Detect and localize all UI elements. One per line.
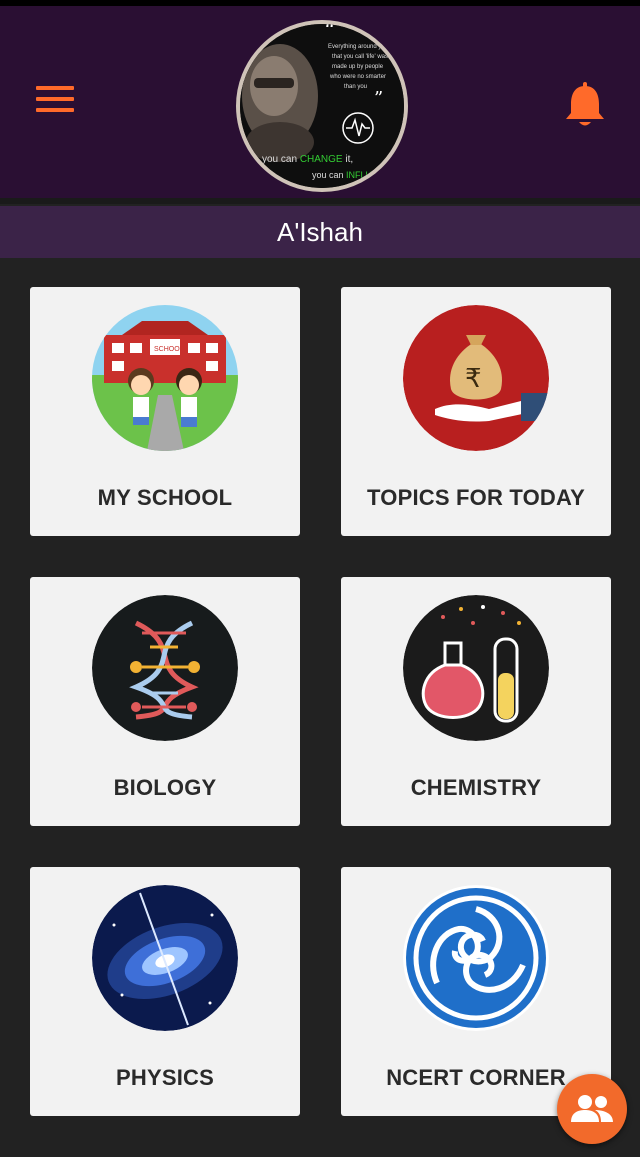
svg-text:made up by people: made up by people [332,64,384,70]
flask-icon [403,595,549,741]
svg-text:Everything around you: Everything around you [328,44,388,50]
profile-avatar[interactable]: “ Everything around you that you call 'l… [236,20,408,192]
card-label: MY SCHOOL [97,485,233,510]
ncert-logo-icon [403,885,549,1031]
svg-text:₹: ₹ [465,364,482,394]
avatar-image: “ Everything around you that you call 'l… [240,24,404,188]
card-label: PHYSICS [116,1065,214,1090]
svg-text:that you call 'life' was: that you call 'life' was [332,54,388,60]
user-name: A'Ishah [277,217,363,247]
header-divider [0,198,640,204]
card-my-school[interactable]: SCHOOL MY SCHOOL [30,287,300,536]
card-physics[interactable]: PHYSICS [30,867,300,1116]
school-icon: SCHOOL [92,305,238,451]
notifications-button[interactable] [562,82,608,130]
card-topics-for-today[interactable]: ₹ TOPICS FOR TODAY [341,287,611,536]
user-name-bar: A'Ishah [0,206,640,258]
svg-text:than you: than you [344,84,367,90]
card-label: TOPICS FOR TODAY [367,485,585,510]
svg-text:“: “ [324,24,335,44]
menu-button[interactable] [36,84,78,116]
galaxy-icon [92,885,238,1031]
card-chemistry[interactable]: CHEMISTRY [341,577,611,826]
group-icon [571,1095,613,1122]
card-biology[interactable]: BIOLOGY [30,577,300,826]
app-header: “ Everything around you that you call 'l… [0,6,640,198]
svg-text:you can INFLUENCE: you can INFLUENCE [312,170,397,180]
svg-text:you can CHANGE it,: you can CHANGE it, [262,154,353,165]
card-label: CHEMISTRY [410,775,542,800]
svg-text:”: ” [374,88,383,109]
money-bag-icon: ₹ [403,305,549,451]
community-fab-button[interactable] [557,1074,627,1144]
bell-icon [566,82,604,126]
dna-icon [92,595,238,741]
svg-text:who were no smarter: who were no smarter [329,74,386,80]
card-label: BIOLOGY [113,775,217,800]
svg-text:SCHOOL: SCHOOL [154,346,184,353]
